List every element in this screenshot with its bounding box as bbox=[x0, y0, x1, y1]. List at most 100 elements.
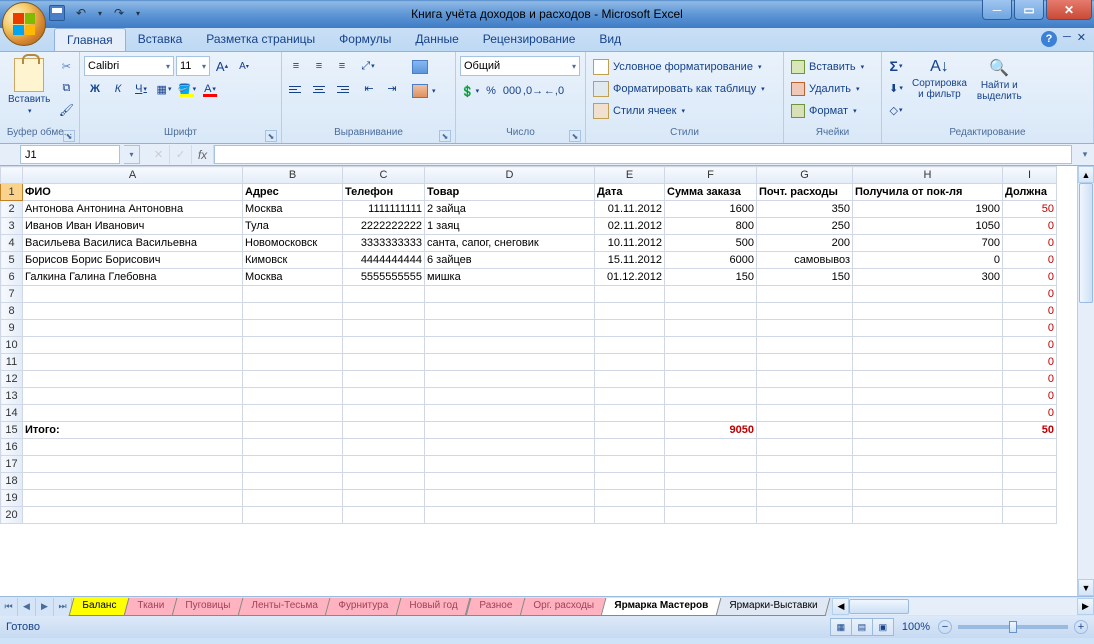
fill-color-button[interactable]: 🪣▾ bbox=[176, 79, 198, 99]
align-bottom-button[interactable]: ≡ bbox=[332, 56, 352, 76]
row-header-13[interactable]: 13 bbox=[1, 388, 23, 405]
qat-undo-dropdown[interactable]: ▾ bbox=[96, 4, 104, 22]
cell-C2[interactable]: 1111111111 bbox=[343, 201, 425, 218]
cell-D19[interactable] bbox=[425, 490, 595, 507]
sheet-tab[interactable]: Ткани bbox=[124, 598, 178, 616]
align-center-button[interactable] bbox=[309, 79, 329, 99]
cell-I20[interactable] bbox=[1003, 507, 1057, 524]
cell-H8[interactable] bbox=[853, 303, 1003, 320]
cell-B18[interactable] bbox=[243, 473, 343, 490]
cell-B16[interactable] bbox=[243, 439, 343, 456]
cell-A7[interactable] bbox=[23, 286, 243, 303]
cell-H20[interactable] bbox=[853, 507, 1003, 524]
format-as-table-button[interactable]: Форматировать как таблицу▾ bbox=[590, 78, 768, 100]
cell-F6[interactable]: 150 bbox=[665, 269, 757, 286]
first-tab-button[interactable]: ⏮ bbox=[0, 598, 18, 616]
cell-H13[interactable] bbox=[853, 388, 1003, 405]
cell-I13[interactable]: 0 bbox=[1003, 388, 1057, 405]
zoom-in-button[interactable]: + bbox=[1074, 620, 1088, 634]
cell-G2[interactable]: 350 bbox=[757, 201, 853, 218]
cell-D20[interactable] bbox=[425, 507, 595, 524]
cell-C17[interactable] bbox=[343, 456, 425, 473]
close-button[interactable]: ✕ bbox=[1046, 0, 1092, 20]
increase-decimal-button[interactable]: ,0→ bbox=[523, 81, 543, 101]
cell-E16[interactable] bbox=[595, 439, 665, 456]
cell-A5[interactable]: Борисов Борис Борисович bbox=[23, 252, 243, 269]
cell-C10[interactable] bbox=[343, 337, 425, 354]
vertical-scrollbar[interactable]: ▲ ▼ bbox=[1077, 166, 1094, 596]
zoom-level[interactable]: 100% bbox=[902, 621, 930, 633]
align-middle-button[interactable]: ≡ bbox=[309, 56, 329, 76]
cell-G13[interactable] bbox=[757, 388, 853, 405]
cell-A9[interactable] bbox=[23, 320, 243, 337]
maximize-button[interactable]: ▭ bbox=[1014, 0, 1044, 20]
grow-font-button[interactable]: A▴ bbox=[212, 56, 232, 76]
cell-F15[interactable]: 9050 bbox=[665, 422, 757, 439]
cell-A20[interactable] bbox=[23, 507, 243, 524]
cell-I7[interactable]: 0 bbox=[1003, 286, 1057, 303]
cell-I15[interactable]: 50 bbox=[1003, 422, 1057, 439]
cell-E2[interactable]: 01.11.2012 bbox=[595, 201, 665, 218]
cell-A2[interactable]: Антонова Антонина Антоновна bbox=[23, 201, 243, 218]
qat-customize-dropdown[interactable]: ▾ bbox=[134, 4, 142, 22]
tab-review[interactable]: Рецензирование bbox=[471, 28, 588, 51]
orientation-button[interactable]: ⤢▾ bbox=[358, 56, 378, 76]
cell-E10[interactable] bbox=[595, 337, 665, 354]
col-header-C[interactable]: C bbox=[343, 167, 425, 184]
borders-button[interactable]: ▦▾ bbox=[153, 79, 175, 99]
cell-E9[interactable] bbox=[595, 320, 665, 337]
page-layout-view-button[interactable]: ▤ bbox=[851, 618, 873, 636]
cell-C14[interactable] bbox=[343, 405, 425, 422]
cell-F4[interactable]: 500 bbox=[665, 235, 757, 252]
sheet-tab[interactable]: Фурнитура bbox=[325, 598, 402, 616]
sheet-tab[interactable]: Ярмарки-Выставки bbox=[716, 598, 831, 616]
cell-F20[interactable] bbox=[665, 507, 757, 524]
col-header-I[interactable]: I bbox=[1003, 167, 1057, 184]
cell-F8[interactable] bbox=[665, 303, 757, 320]
cell-E14[interactable] bbox=[595, 405, 665, 422]
cell-D1[interactable]: Товар bbox=[425, 184, 595, 201]
row-header-4[interactable]: 4 bbox=[1, 235, 23, 252]
cell-F9[interactable] bbox=[665, 320, 757, 337]
merge-center-button[interactable]: ▾ bbox=[409, 80, 439, 102]
cell-H19[interactable] bbox=[853, 490, 1003, 507]
cell-B2[interactable]: Москва bbox=[243, 201, 343, 218]
cell-B8[interactable] bbox=[243, 303, 343, 320]
cell-C4[interactable]: 3333333333 bbox=[343, 235, 425, 252]
cell-B1[interactable]: Адрес bbox=[243, 184, 343, 201]
cell-I4[interactable]: 0 bbox=[1003, 235, 1057, 252]
cell-H2[interactable]: 1900 bbox=[853, 201, 1003, 218]
cell-F18[interactable] bbox=[665, 473, 757, 490]
cell-C18[interactable] bbox=[343, 473, 425, 490]
cell-E18[interactable] bbox=[595, 473, 665, 490]
qat-undo-button[interactable]: ↶ bbox=[72, 4, 90, 22]
align-left-button[interactable] bbox=[286, 79, 306, 99]
alignment-launcher[interactable]: ⬊ bbox=[439, 130, 451, 142]
cell-C12[interactable] bbox=[343, 371, 425, 388]
cut-button[interactable] bbox=[56, 56, 76, 76]
col-header-E[interactable]: E bbox=[595, 167, 665, 184]
cell-I9[interactable]: 0 bbox=[1003, 320, 1057, 337]
cell-G4[interactable]: 200 bbox=[757, 235, 853, 252]
cell-F13[interactable] bbox=[665, 388, 757, 405]
cell-F5[interactable]: 6000 bbox=[665, 252, 757, 269]
row-header-17[interactable]: 17 bbox=[1, 456, 23, 473]
cell-A4[interactable]: Васильева Василиса Васильевна bbox=[23, 235, 243, 252]
cell-I19[interactable] bbox=[1003, 490, 1057, 507]
cell-G19[interactable] bbox=[757, 490, 853, 507]
cell-H15[interactable] bbox=[853, 422, 1003, 439]
cell-G8[interactable] bbox=[757, 303, 853, 320]
cell-D16[interactable] bbox=[425, 439, 595, 456]
cell-D9[interactable] bbox=[425, 320, 595, 337]
wrap-text-button[interactable] bbox=[409, 56, 439, 78]
cell-G20[interactable] bbox=[757, 507, 853, 524]
close-workbook-button[interactable]: ✕ bbox=[1077, 31, 1086, 47]
cell-A12[interactable] bbox=[23, 371, 243, 388]
fx-button[interactable]: fx bbox=[192, 145, 214, 164]
cell-I10[interactable]: 0 bbox=[1003, 337, 1057, 354]
cell-H11[interactable] bbox=[853, 354, 1003, 371]
cell-D2[interactable]: 2 зайца bbox=[425, 201, 595, 218]
sheet-tab[interactable]: Орг. расходы bbox=[519, 598, 607, 616]
cell-G3[interactable]: 250 bbox=[757, 218, 853, 235]
sheet-tab[interactable]: Новый год bbox=[396, 598, 471, 616]
